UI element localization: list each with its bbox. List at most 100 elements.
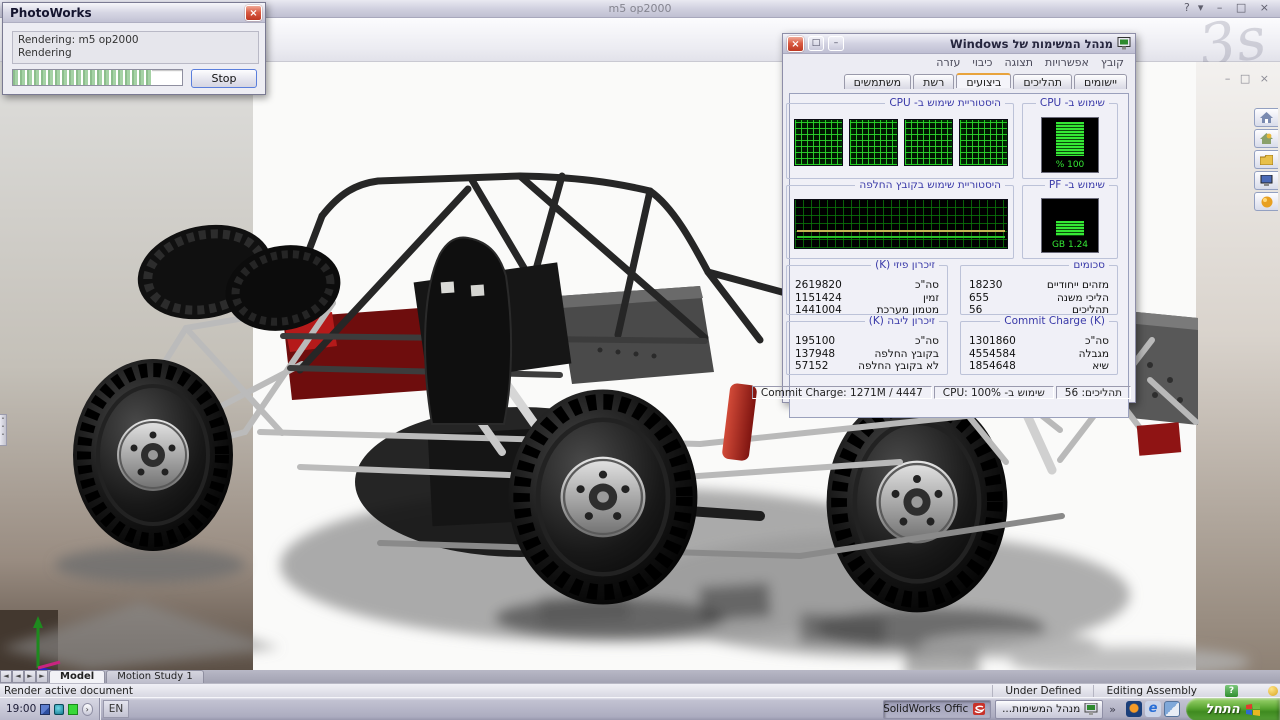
constraint-status: Under Defined bbox=[992, 685, 1093, 697]
network-tray-icon[interactable] bbox=[40, 704, 50, 715]
doc-restore-button[interactable]: □ bbox=[1240, 72, 1253, 85]
tm-close-button[interactable]: × bbox=[787, 36, 804, 52]
quick-launch-overflow-chevron[interactable]: « bbox=[1105, 703, 1120, 716]
app-tray-icon[interactable] bbox=[54, 704, 64, 715]
task-manager-icon bbox=[1084, 703, 1098, 715]
stat-label: סה"כ bbox=[915, 279, 939, 292]
cpu-usage-meter-bar bbox=[1056, 122, 1084, 156]
stat-value: 195100 bbox=[795, 335, 835, 348]
cpu-history-groupbox: היסטוריית שימוש ב- CPU bbox=[786, 103, 1014, 179]
view-palette-tab[interactable] bbox=[1254, 171, 1278, 190]
stat-value: 2619820 bbox=[795, 279, 842, 292]
tab-users[interactable]: משתמשים bbox=[844, 74, 912, 89]
render-status-line1: Rendering: m5 op2000 bbox=[18, 34, 253, 47]
cpu-history-graph-2 bbox=[849, 119, 898, 166]
tab-networking[interactable]: רשת bbox=[913, 74, 954, 89]
menu-shutdown[interactable]: כיבוי bbox=[967, 56, 997, 69]
menu-options[interactable]: אפשרויות bbox=[1040, 56, 1094, 69]
tab-nav-first-button[interactable]: ◄ bbox=[0, 670, 12, 683]
pf-usage-meter-bar bbox=[1056, 221, 1084, 236]
stat-value: 57152 bbox=[795, 360, 828, 373]
menu-help[interactable]: עזרה bbox=[931, 56, 965, 69]
sphere-icon bbox=[1261, 196, 1273, 208]
taskbar-button-label: מנהל המשימות... bbox=[1002, 703, 1080, 715]
stat-value: 137948 bbox=[795, 348, 835, 361]
tab-nav-prev-button[interactable]: ◄ bbox=[12, 670, 24, 683]
tm-status-cpu: שימוש ב- CPU: 100% bbox=[934, 386, 1054, 399]
doc-close-button[interactable]: × bbox=[1260, 72, 1272, 85]
render-progress-fill bbox=[13, 70, 152, 85]
commit-charge-groupbox: (K) Commit Charge סה"כ1301860 מגבלה45545… bbox=[960, 321, 1118, 375]
photoworks-close-button[interactable]: × bbox=[245, 5, 262, 21]
pf-history-label: היסטוריית שימוש בקובץ החלפה bbox=[855, 179, 1005, 191]
photoworks-dialog: PhotoWorks × Rendering: m5 op2000 Render… bbox=[2, 2, 266, 95]
physical-memory-groupbox: זיכרון פיזי (K) סה"כ2619820 זמין1151424 … bbox=[786, 265, 948, 315]
monitor-icon bbox=[1260, 175, 1273, 186]
totals-label: סכומים bbox=[1069, 259, 1109, 271]
menu-view[interactable]: תצוגה bbox=[999, 56, 1037, 69]
design-library-tab[interactable] bbox=[1254, 129, 1278, 148]
taskbar-button-solidworks[interactable]: ...SolidWorks Offic bbox=[883, 700, 991, 719]
pf-usage-value: 1.24 GB bbox=[1042, 240, 1098, 250]
stat-label: מזהים ייחודיים bbox=[1047, 279, 1109, 292]
task-manager-menubar: קובץ אפשרויות תצוגה כיבוי עזרה bbox=[783, 54, 1135, 71]
doc-minimize-button[interactable]: – bbox=[1225, 72, 1234, 85]
solidworks-resources-tab[interactable] bbox=[1254, 108, 1278, 127]
pf-history-graph bbox=[794, 199, 1008, 249]
menu-file[interactable]: קובץ bbox=[1096, 56, 1129, 69]
cpu-history-graph-1 bbox=[794, 119, 843, 166]
internet-explorer-icon[interactable]: e bbox=[1145, 701, 1161, 717]
stat-value: 1151424 bbox=[795, 292, 842, 305]
stat-value: 1441004 bbox=[795, 304, 842, 317]
feature-tree-splitter-handle[interactable]: ••• bbox=[0, 414, 7, 446]
stat-label: בקובץ החלפה bbox=[874, 348, 939, 361]
appearances-tab[interactable] bbox=[1254, 192, 1278, 211]
kernel-memory-label: זיכרון ליבה (K) bbox=[865, 315, 939, 327]
stat-value: 18230 bbox=[969, 279, 1002, 292]
photoworks-titlebar: PhotoWorks × bbox=[3, 3, 265, 23]
taskbar-button-task-manager[interactable]: מנהל המשימות... bbox=[995, 700, 1103, 719]
cpu-usage-meter: 100 % bbox=[1041, 117, 1099, 173]
start-button[interactable]: התחל bbox=[1186, 698, 1280, 720]
help-button[interactable]: ? bbox=[1181, 1, 1195, 14]
tab-model[interactable]: Model bbox=[49, 670, 105, 683]
tab-processes[interactable]: תהליכים bbox=[1013, 74, 1072, 89]
media-player-icon[interactable] bbox=[1126, 701, 1142, 717]
tray-chevron-button[interactable]: › bbox=[82, 703, 93, 716]
tab-motion-study[interactable]: Motion Study 1 bbox=[106, 670, 204, 683]
cpu-history-label: היסטוריית שימוש ב- CPU bbox=[885, 97, 1005, 109]
tab-nav-last-button[interactable]: ► bbox=[36, 670, 48, 683]
tm-status-commit: Commit Charge: 1271M / 4447 bbox=[752, 386, 932, 399]
system-tray: 19:00 › bbox=[0, 698, 100, 720]
status-corner-icon bbox=[1268, 686, 1278, 696]
tab-performance[interactable]: ביצועים bbox=[956, 73, 1011, 88]
tab-nav-next-button[interactable]: ► bbox=[24, 670, 36, 683]
stat-value: 56 bbox=[969, 304, 982, 317]
photoworks-title: PhotoWorks bbox=[10, 6, 245, 20]
status-led-tray-icon[interactable] bbox=[68, 704, 78, 715]
stop-button[interactable]: Stop bbox=[191, 69, 257, 88]
pf-usage-meter: 1.24 GB bbox=[1041, 198, 1099, 253]
tm-minimize-button[interactable]: – bbox=[828, 36, 844, 51]
edit-mode-status: Editing Assembly bbox=[1093, 685, 1209, 697]
cpu-usage-label: שימוש ב- CPU bbox=[1036, 97, 1109, 109]
tm-status-processes: תהליכים: 56 bbox=[1056, 386, 1131, 399]
language-indicator[interactable]: EN bbox=[103, 700, 129, 718]
stat-value: 1301860 bbox=[969, 335, 1016, 348]
cpu-history-graph-4 bbox=[959, 119, 1008, 166]
quick-tips-icon[interactable]: ? bbox=[1225, 685, 1238, 697]
status-message: Render active document bbox=[0, 685, 992, 697]
taskbar: התחל e « מנהל המשימות... ...SolidWorks O… bbox=[0, 697, 1280, 720]
stat-label: זמין bbox=[923, 292, 939, 305]
taskbar-button-label: ...SolidWorks Offic bbox=[883, 703, 968, 715]
performance-tab-page: שימוש ב- CPU 100 % היסטוריית שימוש ב- CP… bbox=[789, 93, 1129, 418]
stat-label: סה"כ bbox=[915, 335, 939, 348]
file-explorer-tab[interactable] bbox=[1254, 150, 1278, 169]
tab-applications[interactable]: יישומים bbox=[1074, 74, 1127, 89]
task-manager-window: מנהל המשימות של Windows – □ × קובץ אפשרו… bbox=[782, 33, 1136, 403]
show-desktop-icon[interactable] bbox=[1164, 701, 1180, 717]
kernel-memory-groupbox: זיכרון ליבה (K) סה"כ195100 בקובץ החלפה13… bbox=[786, 321, 948, 375]
stat-value: 1854648 bbox=[969, 360, 1016, 373]
tm-restore-button[interactable]: □ bbox=[808, 36, 824, 51]
stat-label: סה"כ bbox=[1085, 335, 1109, 348]
